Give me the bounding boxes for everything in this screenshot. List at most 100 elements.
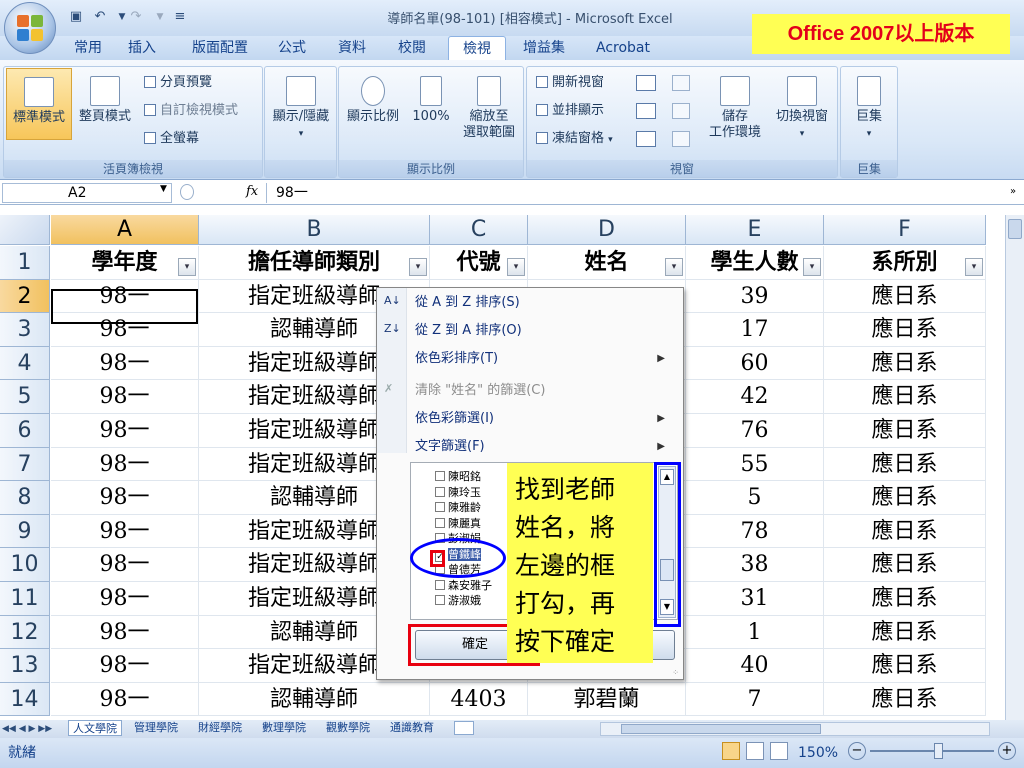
horizontal-scrollbar[interactable] (600, 722, 990, 736)
row-header[interactable]: 14 (0, 682, 50, 717)
table-cell[interactable]: 98一 (51, 649, 199, 683)
expand-formula-icon[interactable]: » (1010, 186, 1016, 197)
filter-dropdown-icon[interactable]: ▾ (965, 258, 983, 276)
row-header[interactable]: 6 (0, 414, 50, 448)
row-header[interactable]: 10 (0, 548, 50, 582)
table-cell[interactable]: 98一 (51, 481, 199, 515)
zoom-slider-thumb[interactable] (934, 743, 943, 759)
table-cell[interactable]: 應日系 (824, 279, 986, 314)
row-header[interactable]: 7 (0, 447, 50, 482)
column-header[interactable]: A (51, 215, 199, 245)
filter-checkbox-item[interactable]: 陳雅齡 (435, 500, 481, 516)
header-cell[interactable]: 姓名 (528, 246, 686, 280)
checkbox-icon[interactable] (435, 579, 445, 590)
tab-home[interactable]: 常用 (66, 36, 110, 60)
split-icon[interactable] (636, 131, 656, 147)
table-cell[interactable]: 98一 (51, 414, 199, 448)
tab-view[interactable]: 檢視 (448, 36, 506, 60)
checkbox-icon[interactable] (435, 486, 445, 497)
filter-checkbox-item[interactable]: 陳玲玉 (435, 485, 481, 501)
filter-checkbox-item[interactable]: 森安雅子 (435, 578, 492, 594)
macros-button[interactable]: 巨集 ▾ (842, 76, 896, 156)
table-cell[interactable]: 98一 (51, 346, 199, 381)
hide-window-icon[interactable] (636, 75, 656, 91)
tab-review[interactable]: 校閱 (390, 36, 434, 60)
table-cell[interactable]: 應日系 (824, 346, 986, 381)
tab-acrobat[interactable]: Acrobat (590, 36, 656, 60)
table-cell[interactable]: 郭碧蘭 (528, 682, 686, 717)
row-header[interactable]: 5 (0, 380, 50, 414)
table-cell[interactable]: 應日系 (824, 582, 986, 616)
table-cell[interactable]: 17 (686, 313, 824, 347)
tab-insert[interactable]: 插入 (120, 36, 164, 60)
zoom-out-icon[interactable]: − (848, 742, 866, 760)
sheet-nav-arrows-icon[interactable]: ◀◀ ◀ ▶ ▶▶ (2, 720, 52, 738)
name-box-dropdown-icon[interactable]: ▼ (160, 184, 167, 194)
arrange-all-button[interactable]: 並排顯示 (536, 100, 604, 122)
table-cell[interactable]: 應日系 (824, 481, 986, 515)
header-cell[interactable]: 系所別 (824, 246, 986, 280)
table-cell[interactable]: 98一 (51, 582, 199, 616)
select-all-corner[interactable] (0, 215, 50, 245)
table-cell[interactable]: 60 (686, 346, 824, 381)
table-cell[interactable]: 98一 (51, 447, 199, 482)
column-header[interactable]: C (430, 215, 528, 245)
table-cell[interactable]: 認輔導師 (199, 682, 430, 717)
row-header[interactable]: 3 (0, 313, 50, 347)
save-workspace-button[interactable]: 儲存 工作環境 (700, 76, 770, 156)
page-break-status-icon[interactable] (770, 742, 788, 760)
table-cell[interactable]: 應日系 (824, 514, 986, 549)
resize-grip-icon[interactable]: ⁘ (672, 668, 679, 677)
checkbox-icon[interactable] (435, 517, 445, 528)
switch-windows-button[interactable]: 切換視窗 ▾ (768, 76, 836, 156)
table-cell[interactable]: 4403 (430, 682, 528, 717)
checkbox-icon[interactable] (435, 471, 445, 481)
table-cell[interactable]: 55 (686, 447, 824, 482)
row-header[interactable]: 8 (0, 481, 50, 515)
filter-by-color-item[interactable]: 依色彩篩選(I) ▶ (415, 408, 675, 430)
customize-qat-icon[interactable]: ≡ (170, 7, 190, 27)
checkbox-icon[interactable] (435, 502, 445, 512)
office-button[interactable] (4, 2, 56, 54)
table-cell[interactable]: 98一 (51, 548, 199, 582)
sheet-tab-active[interactable]: 人文學院 (68, 720, 122, 736)
normal-view-status-icon[interactable] (722, 742, 740, 760)
table-cell[interactable]: 31 (686, 582, 824, 616)
page-break-preview-button[interactable]: 分頁預覽 (144, 72, 212, 94)
tab-formulas[interactable]: 公式 (270, 36, 314, 60)
table-cell[interactable]: 應日系 (824, 548, 986, 582)
sheet-tab[interactable]: 財經學院 (198, 720, 242, 736)
redo-icon[interactable]: ↷ (126, 7, 146, 27)
column-header[interactable]: D (528, 215, 686, 245)
custom-views-button[interactable]: 自訂檢視模式 (144, 100, 238, 122)
undo-icon[interactable]: ↶ (90, 7, 110, 27)
freeze-panes-button[interactable]: 凍結窗格 ▾ (536, 128, 613, 150)
column-header[interactable]: F (824, 215, 986, 245)
unhide-window-icon[interactable] (636, 103, 656, 119)
table-cell[interactable]: 76 (686, 414, 824, 448)
filter-checkbox-item[interactable]: 陳昭銘 (435, 469, 481, 485)
table-cell[interactable]: 應日系 (824, 649, 986, 683)
header-cell[interactable]: 擔任導師類別 (199, 246, 430, 280)
sort-by-color-item[interactable]: 依色彩排序(T) ▶ (415, 348, 675, 370)
full-screen-button[interactable]: 全螢幕 (144, 128, 199, 150)
table-cell[interactable]: 40 (686, 649, 824, 683)
sheet-tab[interactable]: 觀數學院 (326, 720, 370, 736)
text-filters-item[interactable]: 文字篩選(F) ▶ (415, 436, 675, 458)
table-cell[interactable]: 應日系 (824, 414, 986, 448)
row-header[interactable]: 9 (0, 514, 50, 549)
sync-scroll-icon[interactable] (672, 103, 690, 119)
reset-position-icon[interactable] (672, 131, 690, 147)
column-header[interactable]: B (199, 215, 430, 245)
zoom-button[interactable]: 顯示比例 (340, 76, 406, 140)
sort-a-z-item[interactable]: 從 A 到 Z 排序(S) (415, 292, 675, 314)
column-header[interactable]: E (686, 215, 824, 245)
row-header[interactable]: 11 (0, 582, 50, 616)
checkbox-icon[interactable] (435, 595, 445, 605)
row-header[interactable]: 13 (0, 649, 50, 683)
tab-add-ins[interactable]: 增益集 (512, 36, 576, 60)
table-cell[interactable]: 78 (686, 514, 824, 549)
zoom-in-icon[interactable]: + (998, 742, 1016, 760)
redo-dropdown-icon[interactable]: ▼ (150, 7, 170, 27)
table-cell[interactable]: 98一 (51, 615, 199, 650)
